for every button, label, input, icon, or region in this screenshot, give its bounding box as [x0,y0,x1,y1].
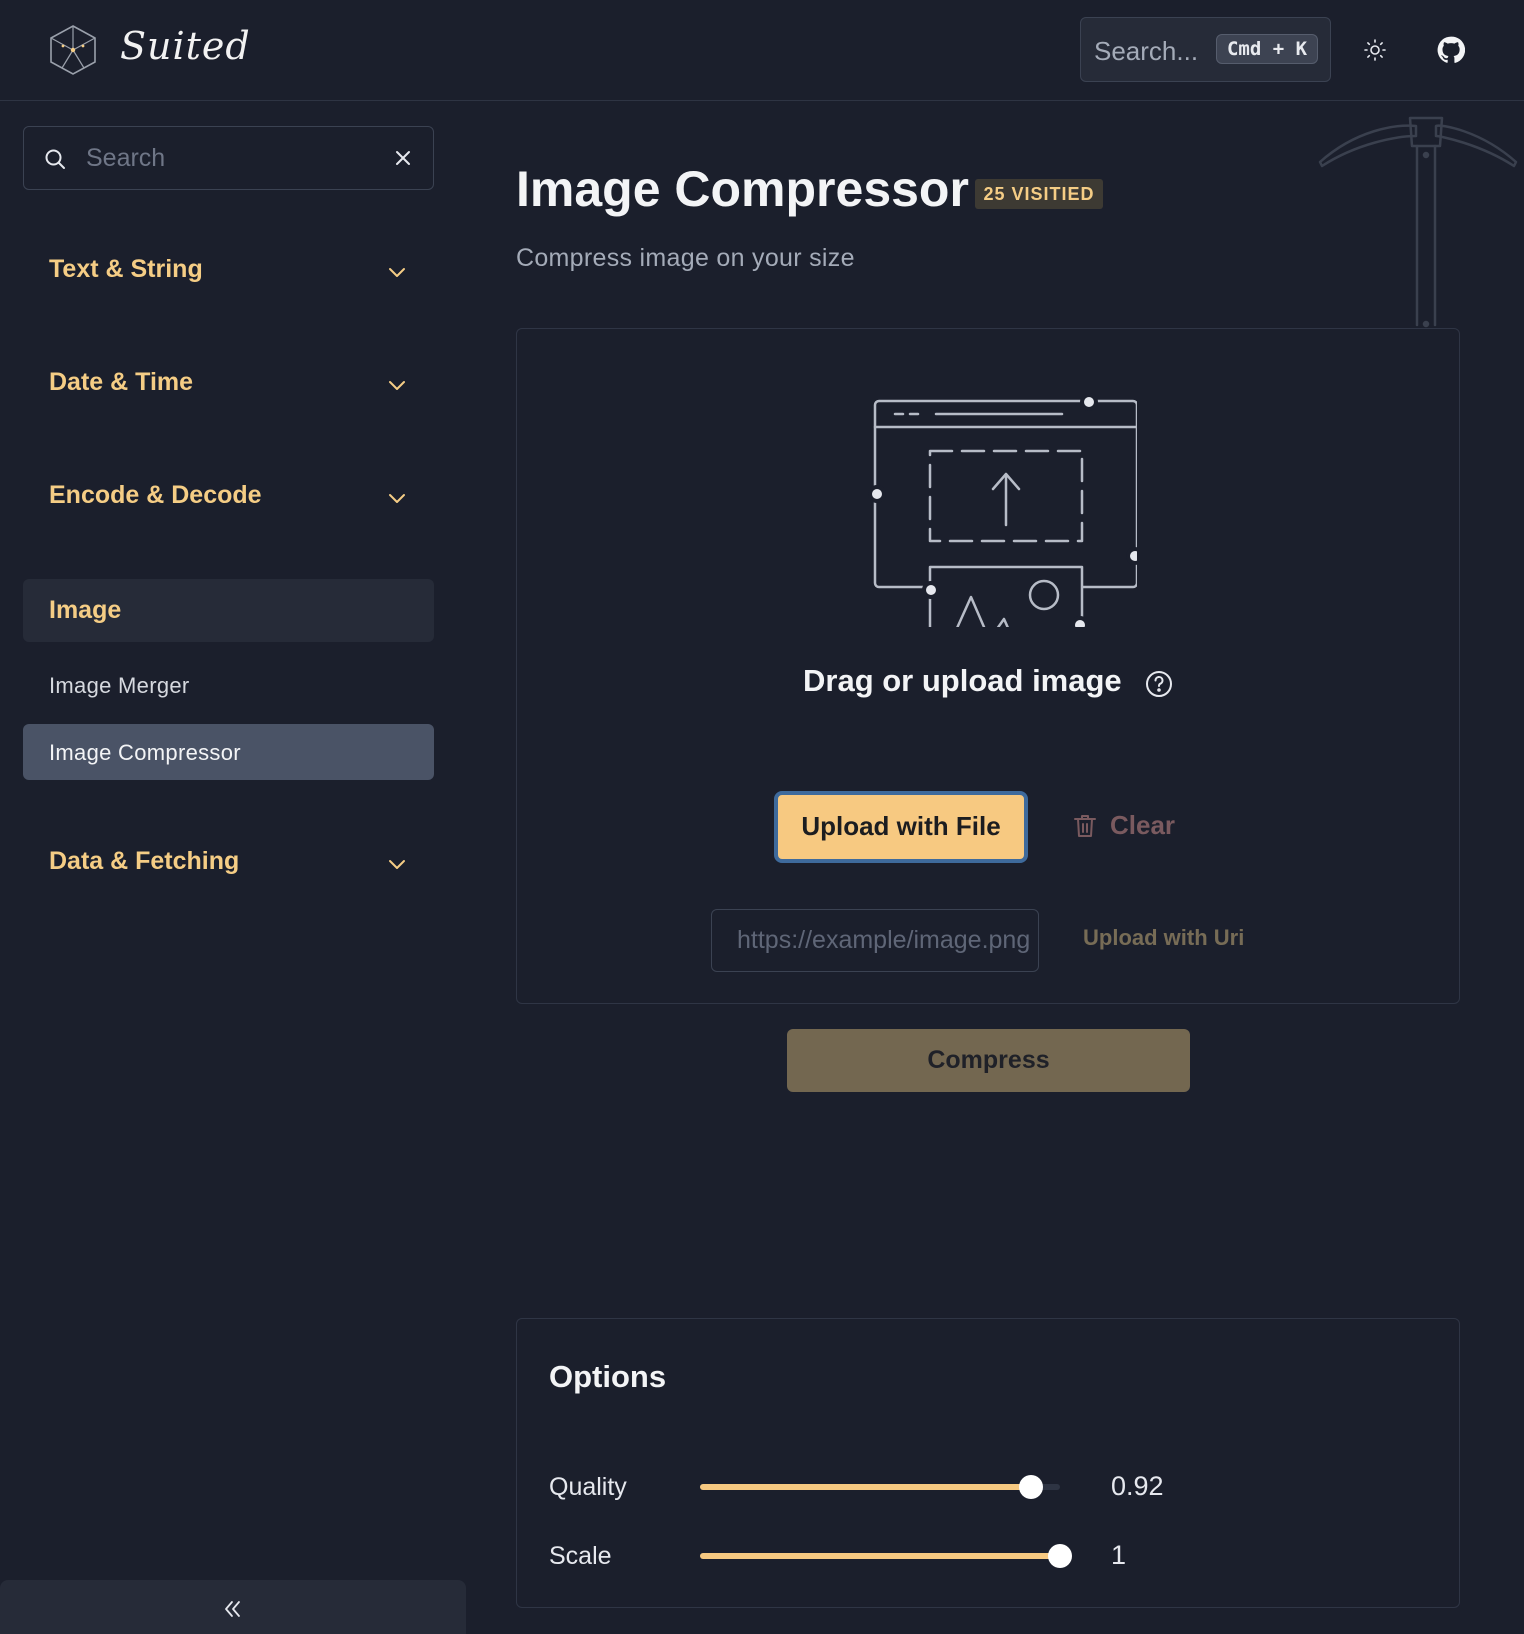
quality-label: Quality [549,1473,627,1501]
sidebar-section-date-time[interactable]: Date & Time [23,354,434,414]
global-search-placeholder: Search... [1094,36,1199,66]
sidebar-section-text-string[interactable]: Text & String [23,241,434,301]
sun-icon [1364,39,1386,61]
options-title: Options [549,1359,667,1394]
sidebar-section-label: Encode & Decode [49,481,262,509]
top-header: Suited Search... Cmd + K [0,0,1524,101]
page-subtitle: Compress image on your size [516,244,855,272]
sidebar-search-input[interactable] [86,139,386,177]
scale-slider-track[interactable] [700,1544,1072,1568]
quality-slider-track[interactable] [700,1475,1060,1499]
sidebar-section-label: Date & Time [49,368,194,396]
clear-button[interactable]: Clear [1073,807,1193,847]
visited-badge: 25 VISITIED [975,179,1103,209]
quality-slider-fill [700,1484,1032,1490]
github-icon [1437,36,1465,63]
clear-button-label: Clear [1110,810,1176,840]
logo-cube-icon[interactable] [48,24,98,76]
image-dropzone[interactable]: Drag or upload image Upload with File Cl… [516,328,1460,1004]
compress-button[interactable]: Compress [787,1029,1190,1092]
search-icon [45,149,65,169]
sidebar-section-label: Data & Fetching [49,847,240,875]
sidebar-section-data-fetching[interactable]: Data & Fetching [23,833,434,893]
chevron-down-icon [389,494,405,503]
upload-with-uri-button[interactable]: Upload with Uri [1083,925,1244,951]
scale-slider-thumb[interactable] [1048,1544,1072,1568]
theme-toggle-button[interactable] [1355,30,1395,70]
options-panel: Options Quality 0.92 Scale 1 [516,1318,1460,1608]
github-link[interactable] [1431,30,1471,70]
sidebar-search [23,126,434,190]
close-icon[interactable] [393,148,413,168]
scale-slider-fill [700,1553,1060,1559]
drag-upload-label: Drag or upload image [803,663,1122,698]
sidebar-section-label: Text & String [49,255,203,283]
help-circle-icon[interactable] [1144,669,1174,699]
chevron-down-icon [389,381,405,390]
sidebar-item-image-merger[interactable]: Image Merger [23,657,434,713]
sidebar-section-image[interactable]: Image [23,579,434,642]
page-title: Image Compressor [516,161,969,217]
sidebar-item-label: Image Merger [49,673,190,698]
upload-image-illustration [868,393,1137,627]
sidebar: Text & String Date & Time Encode & Decod… [0,101,466,1634]
double-chevron-left-icon [225,1601,240,1617]
sidebar-section-encode-decode[interactable]: Encode & Decode [23,467,434,527]
global-search-button[interactable]: Search... Cmd + K [1080,17,1331,82]
sidebar-item-label: Image Compressor [49,740,241,765]
search-shortcut-badge: Cmd + K [1216,34,1318,64]
scale-value: 1 [1111,1540,1127,1570]
quality-value: 0.92 [1111,1471,1164,1501]
sidebar-section-label: Image [49,596,122,624]
pickaxe-decoration [1318,116,1518,328]
sidebar-collapse-button[interactable] [0,1580,466,1634]
chevron-down-icon [389,268,405,277]
trash-icon [1074,815,1096,837]
sidebar-item-image-compressor[interactable]: Image Compressor [23,724,434,780]
chevron-down-icon [389,860,405,869]
scale-label: Scale [549,1542,612,1570]
quality-slider-thumb[interactable] [1019,1475,1044,1499]
image-uri-input[interactable] [711,909,1039,972]
brand-name[interactable]: Suited [120,24,251,68]
upload-with-file-button[interactable]: Upload with File [774,791,1028,863]
